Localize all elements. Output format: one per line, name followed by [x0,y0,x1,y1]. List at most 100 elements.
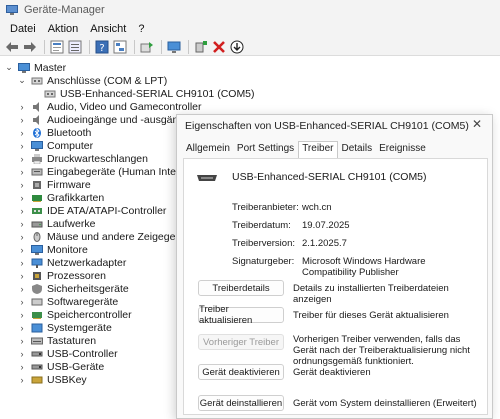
tree-item-tastaturen[interactable]: › Tastaturen [17,334,97,347]
tree-item-audio-video[interactable]: › Audio, Video und Gamecontroller [17,100,202,113]
tab-treiber[interactable]: Treiber [298,141,338,158]
toolbar-separator [161,39,162,54]
chevron-right-icon[interactable]: › [17,154,27,164]
update-driver-icon[interactable] [139,39,155,55]
controller-icon [32,207,42,214]
chevron-right-icon[interactable]: › [17,284,27,294]
toolbar-separator [188,39,189,54]
tree-item-usb-serial[interactable]: USB-Enhanced-SERIAL CH9101 (COM5) [44,87,255,100]
disable-device-button[interactable]: Gerät deaktivieren [198,364,284,380]
chevron-right-icon[interactable]: › [17,180,27,190]
graphics-card-icon [32,194,42,202]
menu-help[interactable]: ? [132,23,150,35]
tree-item-label: Monitore [47,243,88,256]
software-device-icon [31,298,43,305]
chevron-right-icon[interactable]: › [17,310,27,320]
driver-version-label: Treiberversion: [232,238,296,249]
tab-details[interactable]: Details [339,142,376,158]
uninstall-device-button[interactable]: Gerät deinstallieren [198,395,284,411]
tree-item-netzwerkadapter[interactable]: › Netzwerkadapter [17,256,127,269]
tree-item-label: USB-Enhanced-SERIAL CH9101 (COM5) [60,87,255,100]
tree-item-usb-controller[interactable]: › USB-Controller [17,347,118,360]
chevron-down-icon[interactable]: ⌄ [17,75,27,86]
tree-root[interactable]: ⌄ Master [4,61,66,74]
close-icon[interactable]: ✕ [470,117,484,131]
list-icon[interactable] [67,39,83,55]
tree-item-maeuse[interactable]: › Mäuse und andere Zeigegeräte [17,230,194,243]
speaker-icon [33,114,39,125]
chevron-right-icon[interactable]: › [17,323,27,333]
toolbar-separator [44,39,45,54]
tree-item-sicherheitsgeraete[interactable]: › Sicherheitsgeräte [17,282,129,295]
tab-port-settings[interactable]: Port Settings [234,142,297,158]
uninstall-icon[interactable] [211,39,227,55]
chevron-right-icon[interactable]: › [17,258,27,268]
add-driver-icon[interactable] [193,39,209,55]
chevron-right-icon[interactable]: › [17,193,27,203]
monitor-icon[interactable] [166,39,182,55]
chevron-right-icon[interactable]: › [17,115,27,125]
driver-tab-panel: USB-Enhanced-SERIAL CH9101 (COM5) Treibe… [183,158,488,415]
chevron-right-icon[interactable]: › [17,271,27,281]
tree-item-usbkey[interactable]: › USBKey [17,373,87,386]
tree-item-systemgeraete[interactable]: › Systemgeräte [17,321,112,334]
chevron-right-icon[interactable]: › [17,167,27,177]
tree-item-grafikkarten[interactable]: › Grafikkarten [17,191,105,204]
chevron-right-icon[interactable]: › [17,245,27,255]
usb-icon [31,351,43,356]
chevron-right-icon[interactable]: › [17,349,27,359]
signer-value: Microsoft Windows Hardware Compatibility… [302,256,426,278]
tree-item-softwaregeraete[interactable]: › Softwaregeräte [17,295,119,308]
download-icon[interactable] [229,39,245,55]
tree-item-monitore[interactable]: › Monitore [17,243,88,256]
chevron-right-icon[interactable]: › [17,102,27,112]
tree-item-label: Systemgeräte [47,321,112,334]
tree-view-icon[interactable] [112,39,128,55]
driver-details-desc: Details zu installierten Treiberdateien … [293,283,449,305]
tree-item-audioeingaenge[interactable]: › Audioeingänge und -ausgänge [17,113,191,126]
chevron-right-icon[interactable]: › [17,141,27,151]
rollback-driver-button[interactable]: Vorheriger Treiber [198,334,284,350]
tree-item-bluetooth[interactable]: › Bluetooth [17,126,92,139]
menu-ansicht[interactable]: Ansicht [84,23,132,35]
chevron-right-icon[interactable]: › [17,128,27,138]
tree-item-label: Firmware [47,178,91,191]
tree-item-computer[interactable]: › Computer [17,139,94,152]
tree-item-firmware[interactable]: › Firmware [17,178,91,191]
chevron-right-icon[interactable]: › [17,232,27,242]
tree-item-laufwerke[interactable]: › Laufwerke [17,217,96,230]
driver-details-button[interactable]: Treiberdetails [198,280,284,296]
tree-item-speichercontroller[interactable]: › Speichercontroller [17,308,132,321]
menu-aktion[interactable]: Aktion [42,23,85,35]
device-name: USB-Enhanced-SERIAL CH9101 (COM5) [232,171,427,183]
tree-item-label: Audio, Video und Gamecontroller [47,100,202,113]
chevron-right-icon[interactable]: › [17,219,27,229]
menu-datei[interactable]: Datei [4,23,42,35]
tree-item-label: Softwaregeräte [47,295,119,308]
tree-item-anschluesse[interactable]: ⌄ Anschlüsse (COM & LPT) [17,74,167,87]
tree-item-usb-geraete[interactable]: › USB-Geräte [17,360,105,373]
back-arrow-icon[interactable] [4,39,20,55]
usb-key-icon [31,376,43,383]
chevron-right-icon[interactable]: › [17,336,27,346]
toolbar-separator [89,39,90,54]
help-icon[interactable]: ? [94,39,110,55]
tree-item-prozessoren[interactable]: › Prozessoren [17,269,106,282]
chevron-right-icon[interactable]: › [17,362,27,372]
chevron-right-icon[interactable]: › [17,206,27,216]
tree-item-label: Mäuse und andere Zeigegeräte [47,230,194,243]
tree-item-druckwarteschlangen[interactable]: › Druckwarteschlangen [17,152,148,165]
properties-icon[interactable] [49,39,65,55]
title-bar: Geräte-Manager [0,0,500,20]
chevron-right-icon[interactable]: › [17,297,27,307]
tree-item-ide[interactable]: › IDE ATA/ATAPI-Controller [17,204,167,217]
tree-item-label: USBKey [47,373,87,386]
chevron-right-icon[interactable]: › [17,375,27,385]
toolbar: ? [0,38,500,56]
forward-arrow-icon[interactable] [22,39,38,55]
bluetooth-icon [33,127,41,138]
tab-allgemein[interactable]: Allgemein [183,142,233,158]
tab-ereignisse[interactable]: Ereignisse [376,142,429,158]
update-driver-button[interactable]: Treiber aktualisieren [198,304,284,326]
chevron-down-icon[interactable]: ⌄ [4,62,14,73]
